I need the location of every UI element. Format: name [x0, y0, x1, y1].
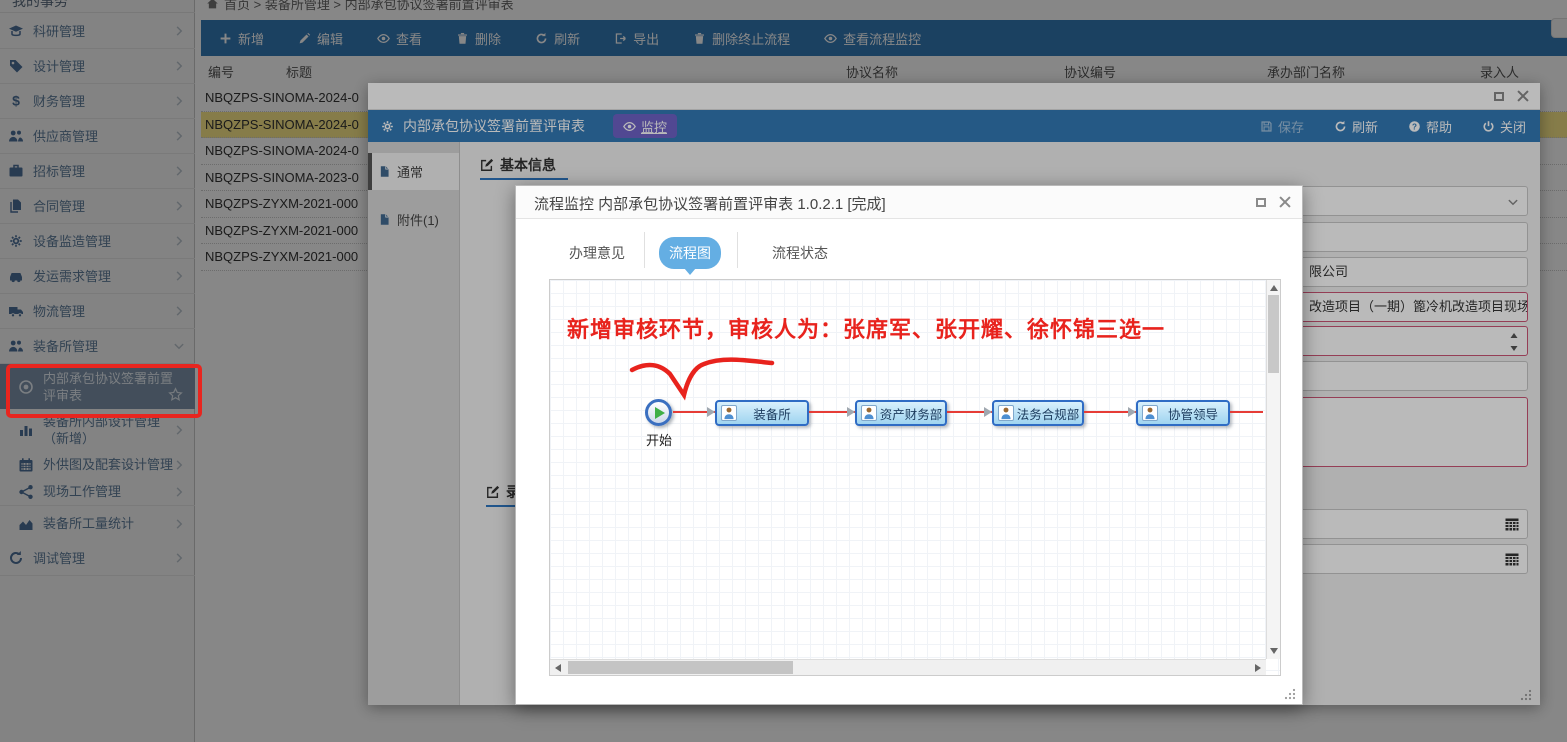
monitor-tab[interactable]: 办理意见 — [559, 237, 635, 269]
flow-arrowhead-icon — [1128, 407, 1136, 417]
person-icon — [861, 405, 877, 421]
person-icon — [998, 405, 1014, 421]
flow-step-node[interactable]: 协管领导 — [1136, 400, 1230, 426]
flow-arrowhead-icon — [984, 407, 992, 417]
flow-step-label: 协管领导 — [1158, 404, 1228, 423]
flow-step-label: 装备所 — [737, 404, 807, 423]
flow-step-node[interactable]: 装备所 — [715, 400, 809, 426]
flow-step-label: 法务合规部 — [1014, 404, 1082, 423]
tab-divider — [644, 232, 645, 268]
monitor-tabs: 办理意见 流程图 流程状态 — [516, 219, 1302, 279]
process-monitor-window: 流程监控 内部承包协议签署前置评审表 1.0.2.1 [完成] 办理意见 流程图… — [515, 185, 1303, 705]
resize-handle-icon[interactable] — [1284, 688, 1296, 700]
flow-start-node[interactable] — [645, 399, 672, 426]
person-icon — [1142, 405, 1158, 421]
screen: 我的事务 科研管理 设计管理 $ 财 — [0, 0, 1567, 742]
close-icon[interactable] — [1278, 195, 1292, 209]
minimize-icon[interactable] — [1256, 198, 1266, 207]
flow-arrowhead-icon — [847, 407, 855, 417]
flow-step-node[interactable]: 资产财务部 — [855, 400, 947, 426]
horizontal-scrollbar[interactable] — [550, 659, 1266, 675]
play-icon — [655, 407, 665, 419]
tab-divider — [737, 232, 738, 268]
person-icon — [721, 405, 737, 421]
scroll-up-icon[interactable] — [1270, 285, 1278, 291]
monitor-title: 流程监控 内部承包协议签署前置评审表 1.0.2.1 [完成] — [534, 193, 886, 214]
scroll-right-icon[interactable] — [1255, 664, 1261, 672]
flow-arrowhead-icon — [707, 407, 715, 417]
vertical-scrollbar[interactable] — [1266, 280, 1280, 659]
annotation-text: 新增审核环节，审核人为：张席军、张开耀、徐怀锦三选一 — [567, 312, 1165, 344]
scroll-down-icon[interactable] — [1270, 648, 1278, 654]
flow-step-label: 资产财务部 — [877, 404, 945, 423]
monitor-tab[interactable]: 流程图 — [659, 237, 721, 269]
flow-step-node[interactable]: 法务合规部 — [992, 400, 1084, 426]
vertical-scroll-thumb[interactable] — [1268, 295, 1279, 373]
flow-start-label: 开始 — [638, 430, 680, 449]
scroll-left-icon[interactable] — [555, 664, 561, 672]
monitor-titlebar: 流程监控 内部承包协议签署前置评审表 1.0.2.1 [完成] — [516, 186, 1302, 219]
flow-connector — [1230, 411, 1263, 413]
monitor-tab[interactable]: 流程状态 — [762, 237, 838, 269]
horizontal-scroll-thumb[interactable] — [568, 661, 793, 674]
flowchart-canvas[interactable]: 新增审核环节，审核人为：张席军、张开耀、徐怀锦三选一 开始 装备所 资产财务部 — [549, 279, 1281, 676]
